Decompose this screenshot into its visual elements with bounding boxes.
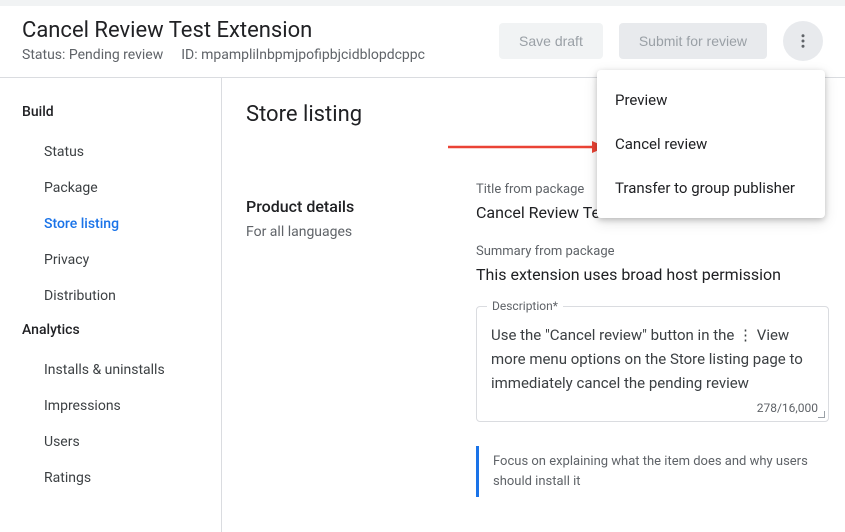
- menu-transfer[interactable]: Transfer to group publisher: [597, 166, 825, 210]
- status-label: Status: Pending review: [22, 47, 163, 63]
- for-all-languages: For all languages: [246, 224, 416, 240]
- menu-cancel-review[interactable]: Cancel review: [597, 122, 825, 166]
- header-left: Cancel Review Test Extension Status: Pen…: [22, 18, 425, 63]
- extension-id: ID: mpamplilnbpmjpofipbjcidblopdcppc: [181, 47, 425, 63]
- char-count: 278/16,000: [757, 401, 818, 415]
- description-field[interactable]: Description* Use the "Cancel review" but…: [476, 306, 829, 422]
- header-meta: Status: Pending review ID: mpamplilnbpmj…: [22, 47, 425, 63]
- sidebar-item-package[interactable]: Package: [22, 170, 221, 206]
- product-details-heading: Product details: [246, 197, 416, 216]
- annotation-arrow-icon: [448, 138, 606, 156]
- sidebar-item-impressions[interactable]: Impressions: [22, 388, 221, 424]
- header-actions: Save draft Submit for review: [499, 21, 823, 61]
- description-label: Description*: [487, 299, 563, 313]
- more-options-menu: Preview Cancel review Transfer to group …: [597, 70, 825, 218]
- header: Cancel Review Test Extension Status: Pen…: [0, 6, 845, 78]
- summary-value: This extension uses broad host permissio…: [476, 265, 829, 284]
- sidebar-item-distribution[interactable]: Distribution: [22, 278, 221, 314]
- sidebar-item-status[interactable]: Status: [22, 134, 221, 170]
- main-left-col: Store listing Product details For all la…: [246, 102, 416, 532]
- sidebar-item-users[interactable]: Users: [22, 424, 221, 460]
- sidebar-section-analytics: Analytics: [22, 322, 221, 338]
- sidebar-section-build: Build: [22, 104, 221, 120]
- sidebar-item-privacy[interactable]: Privacy: [22, 242, 221, 278]
- description-hint: Focus on explaining what the item does a…: [476, 446, 829, 497]
- sidebar-item-store-listing[interactable]: Store listing: [22, 206, 221, 242]
- more-vert-icon: [794, 32, 812, 50]
- sidebar-item-ratings[interactable]: Ratings: [22, 460, 221, 496]
- submit-review-button[interactable]: Submit for review: [619, 23, 767, 59]
- menu-preview[interactable]: Preview: [597, 78, 825, 122]
- page-title: Cancel Review Test Extension: [22, 18, 425, 43]
- summary-label: Summary from package: [476, 244, 829, 259]
- page-heading: Store listing: [246, 102, 416, 127]
- more-options-button[interactable]: [783, 21, 823, 61]
- resize-handle-icon[interactable]: [817, 410, 827, 420]
- description-text[interactable]: Use the "Cancel review" button in the ⋮ …: [491, 323, 814, 397]
- sidebar: Build Status Package Store listing Priva…: [0, 78, 222, 532]
- save-draft-button[interactable]: Save draft: [499, 23, 603, 59]
- sidebar-item-installs[interactable]: Installs & uninstalls: [22, 352, 221, 388]
